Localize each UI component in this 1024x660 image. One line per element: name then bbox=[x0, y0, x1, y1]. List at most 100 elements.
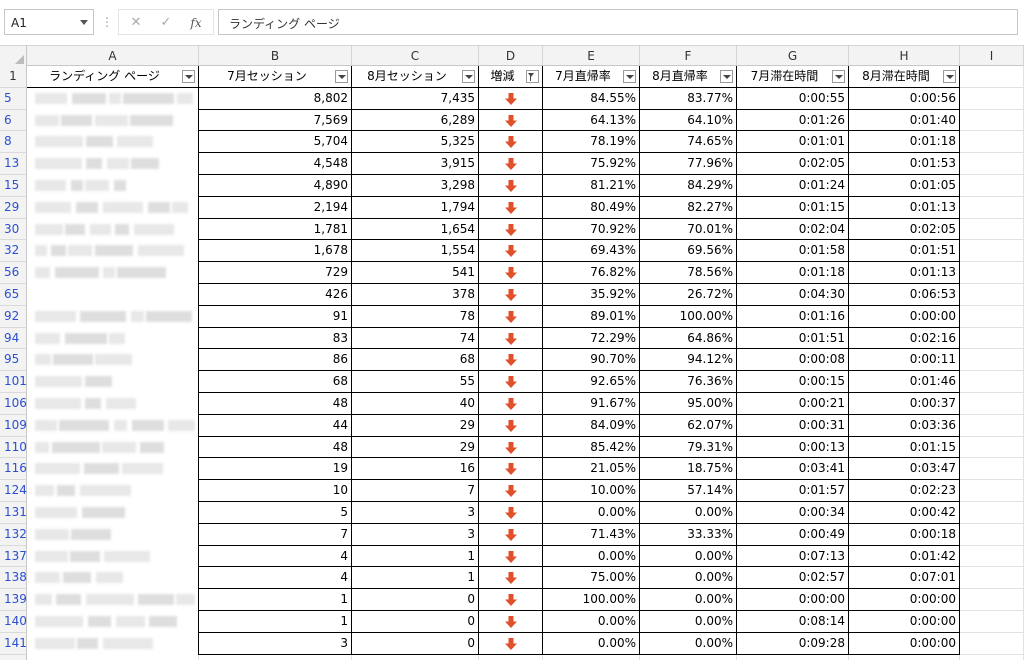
cell-b[interactable]: 10 bbox=[199, 480, 352, 502]
empty-cell[interactable] bbox=[849, 654, 960, 660]
row-header[interactable]: 13 bbox=[0, 153, 27, 175]
cell-f[interactable]: 0.00% bbox=[640, 502, 737, 524]
insert-function-icon[interactable]: fx bbox=[185, 14, 207, 32]
cell-f[interactable]: 57.14% bbox=[640, 480, 737, 502]
empty-cell[interactable] bbox=[960, 589, 1024, 611]
empty-cell[interactable] bbox=[199, 654, 352, 660]
cell-e[interactable]: 64.13% bbox=[543, 109, 640, 132]
cell-b[interactable]: 48 bbox=[199, 436, 352, 459]
trend-cell[interactable] bbox=[479, 175, 543, 197]
cell-h[interactable]: 0:01:13 bbox=[849, 262, 960, 284]
cell-h[interactable]: 0:01:42 bbox=[849, 545, 960, 568]
cell-c[interactable]: 29 bbox=[352, 414, 479, 437]
formula-input[interactable]: ランディング ページ bbox=[218, 9, 1018, 35]
landing-page-cell[interactable] bbox=[27, 502, 199, 524]
column-header-e[interactable]: E bbox=[543, 46, 640, 66]
row-header[interactable]: 94 bbox=[0, 327, 27, 350]
cell-c[interactable]: 3,298 bbox=[352, 175, 479, 197]
cell-g[interactable]: 0:00:49 bbox=[737, 523, 849, 546]
cell-b[interactable]: 426 bbox=[199, 284, 352, 306]
filter-dropdown-icon[interactable] bbox=[623, 70, 636, 83]
cell-b[interactable]: 4,548 bbox=[199, 153, 352, 175]
column-header-f[interactable]: F bbox=[640, 46, 737, 66]
row-header[interactable]: 30 bbox=[0, 218, 27, 241]
cell-b[interactable]: 91 bbox=[199, 305, 352, 328]
row-header[interactable]: 6 bbox=[0, 109, 27, 132]
trend-cell[interactable] bbox=[479, 87, 543, 110]
landing-page-cell[interactable] bbox=[27, 589, 199, 611]
landing-page-cell[interactable] bbox=[27, 567, 199, 590]
cell-g[interactable]: 0:02:04 bbox=[737, 218, 849, 241]
filter-dropdown-icon[interactable] bbox=[943, 70, 956, 83]
empty-cell[interactable] bbox=[960, 502, 1024, 524]
cell-h[interactable]: 0:01:15 bbox=[849, 436, 960, 459]
landing-page-cell[interactable] bbox=[27, 262, 199, 284]
landing-page-cell[interactable] bbox=[27, 545, 199, 568]
cell-e[interactable]: 10.00% bbox=[543, 480, 640, 502]
cell-c[interactable]: 78 bbox=[352, 305, 479, 328]
empty-cell[interactable] bbox=[960, 458, 1024, 481]
cell-h[interactable]: 0:01:13 bbox=[849, 196, 960, 219]
column-header-a[interactable]: A bbox=[27, 46, 199, 66]
landing-page-cell[interactable] bbox=[27, 480, 199, 502]
trend-cell[interactable] bbox=[479, 567, 543, 590]
header-cell-f[interactable]: 8月直帰率 bbox=[640, 66, 737, 88]
landing-page-cell[interactable] bbox=[27, 414, 199, 437]
empty-cell[interactable] bbox=[960, 654, 1024, 660]
cell-c[interactable]: 0 bbox=[352, 611, 479, 633]
trend-cell[interactable] bbox=[479, 153, 543, 175]
trend-cell[interactable] bbox=[479, 414, 543, 437]
header-cell-a[interactable]: ランディング ページ bbox=[27, 66, 199, 88]
cell-g[interactable]: 0:02:57 bbox=[737, 567, 849, 590]
landing-page-cell[interactable] bbox=[27, 393, 199, 415]
cell-f[interactable]: 0.00% bbox=[640, 567, 737, 590]
cell-h[interactable]: 0:00:00 bbox=[849, 611, 960, 633]
cell-e[interactable]: 92.65% bbox=[543, 371, 640, 393]
cell-b[interactable]: 83 bbox=[199, 327, 352, 350]
cell-h[interactable]: 0:00:11 bbox=[849, 349, 960, 372]
cell-b[interactable]: 44 bbox=[199, 414, 352, 437]
cell-b[interactable]: 3 bbox=[199, 632, 352, 655]
cell-h[interactable]: 0:01:05 bbox=[849, 175, 960, 197]
trend-cell[interactable] bbox=[479, 109, 543, 132]
cell-c[interactable]: 1,654 bbox=[352, 218, 479, 241]
column-header-b[interactable]: B bbox=[199, 46, 352, 66]
cell-e[interactable]: 0.00% bbox=[543, 632, 640, 655]
landing-page-cell[interactable] bbox=[27, 436, 199, 459]
cell-f[interactable]: 62.07% bbox=[640, 414, 737, 437]
cell-h[interactable]: 0:01:40 bbox=[849, 109, 960, 132]
cell-b[interactable]: 2,194 bbox=[199, 196, 352, 219]
cell-f[interactable]: 69.56% bbox=[640, 240, 737, 263]
trend-cell[interactable] bbox=[479, 458, 543, 481]
cell-b[interactable]: 1 bbox=[199, 589, 352, 611]
empty-cell[interactable] bbox=[737, 654, 849, 660]
row-header[interactable]: 65 bbox=[0, 284, 27, 306]
cell-g[interactable]: 0:01:26 bbox=[737, 109, 849, 132]
cell-e[interactable]: 69.43% bbox=[543, 240, 640, 263]
cell-h[interactable]: 0:00:00 bbox=[849, 632, 960, 655]
row-header[interactable]: 15 bbox=[0, 175, 27, 197]
cell-f[interactable]: 76.36% bbox=[640, 371, 737, 393]
cell-e[interactable]: 75.92% bbox=[543, 153, 640, 175]
cell-e[interactable]: 84.55% bbox=[543, 87, 640, 110]
cell-c[interactable]: 55 bbox=[352, 371, 479, 393]
cell-f[interactable]: 0.00% bbox=[640, 589, 737, 611]
cell-h[interactable]: 0:02:05 bbox=[849, 218, 960, 241]
cell-e[interactable]: 100.00% bbox=[543, 589, 640, 611]
empty-cell[interactable] bbox=[27, 654, 199, 660]
header-cell-e[interactable]: 7月直帰率 bbox=[543, 66, 640, 88]
cell-f[interactable]: 64.10% bbox=[640, 109, 737, 132]
row-header[interactable]: 32 bbox=[0, 240, 27, 263]
cell-h[interactable]: 0:02:16 bbox=[849, 327, 960, 350]
cell-c[interactable]: 6,289 bbox=[352, 109, 479, 132]
landing-page-cell[interactable] bbox=[27, 109, 199, 132]
landing-page-cell[interactable] bbox=[27, 175, 199, 197]
empty-cell[interactable] bbox=[960, 414, 1024, 437]
header-cell-d[interactable]: 増減 bbox=[479, 66, 543, 88]
cell-b[interactable]: 5,704 bbox=[199, 131, 352, 154]
cell-g[interactable]: 0:07:13 bbox=[737, 545, 849, 568]
cell-c[interactable]: 0 bbox=[352, 632, 479, 655]
cell-g[interactable]: 0:01:01 bbox=[737, 131, 849, 154]
landing-page-cell[interactable] bbox=[27, 196, 199, 219]
trend-cell[interactable] bbox=[479, 589, 543, 611]
